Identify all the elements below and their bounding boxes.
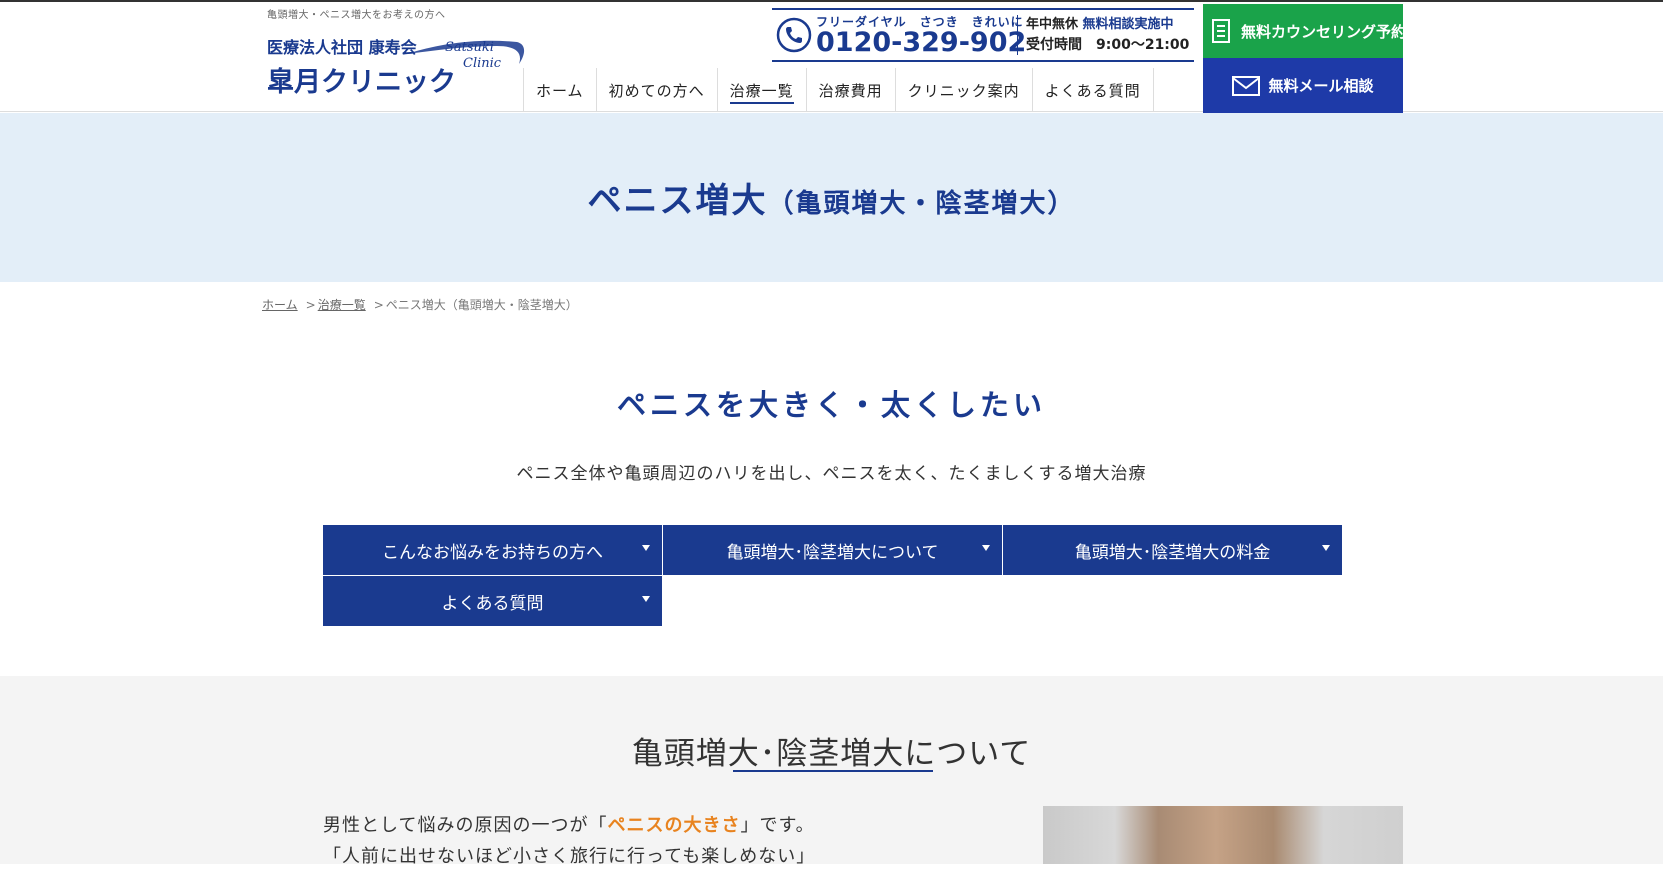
breadcrumb-separator: >: [373, 298, 384, 312]
about-section: 亀頭増大･陰茎増大について 男性として悩みの原因の一つが「ペニスの大きさ」です。…: [0, 676, 1663, 867]
anchor-faq-label: よくある質問: [441, 593, 544, 614]
anchor-about[interactable]: 亀頭増大･陰茎増大について: [663, 525, 1002, 575]
caret-down-icon: [642, 596, 650, 602]
line1-prefix: 男性として悩みの原因の一つが「: [323, 815, 608, 836]
clinic-logo[interactable]: 医療法人社団 康寿会 皐月クリニック Satsuki Clinic: [267, 34, 527, 98]
global-nav: ホーム 初めての方へ 治療一覧 治療費用 クリニック案内 よくある質問: [523, 68, 1154, 112]
site-header: 亀頭増大・ペニス増大をお考えの方へ 医療法人社団 康寿会 皐月クリニック Sat…: [0, 2, 1663, 113]
about-body-text: 男性として悩みの原因の一つが「ペニスの大きさ」です。 「人前に出せないほど小さく…: [323, 810, 815, 872]
anchor-price-label: 亀頭増大･陰茎増大の料金: [1074, 542, 1271, 563]
mail-icon: [1232, 75, 1261, 96]
header-tagline: 亀頭増大・ペニス増大をお考えの方へ: [267, 10, 446, 21]
phone-hours: 受付時間 9:00〜21:00: [1026, 37, 1190, 53]
phone-icon: [776, 17, 812, 53]
page-title: ペニス増大（亀頭増大・陰茎増大）: [587, 173, 1075, 222]
mail-consult-button[interactable]: 無料メール相談: [1203, 58, 1403, 113]
torso-photo: [1043, 806, 1403, 864]
breadcrumb-separator: >: [305, 298, 316, 312]
anchor-faq[interactable]: よくある質問: [323, 576, 662, 626]
phone-contact[interactable]: フリーダイヤル さつき きれいに 0120-329-902 年中無休 無料相談実…: [772, 8, 1194, 62]
breadcrumb: ホーム > 治療一覧 > ペニス増大（亀頭増大・陰茎増大）: [262, 296, 578, 313]
counseling-reservation-button[interactable]: 無料カウンセリング予約: [1203, 4, 1407, 58]
anchor-worries-label: こんなお悩みをお持ちの方へ: [382, 542, 603, 563]
breadcrumb-current: ペニス増大（亀頭増大・陰茎増大）: [385, 298, 578, 312]
intro-catchphrase: ペニスを大きく・太くしたい: [616, 388, 1046, 422]
document-icon: [1212, 19, 1230, 43]
anchor-about-label: 亀頭増大･陰茎増大について: [726, 542, 939, 563]
caret-down-icon: [982, 545, 990, 551]
caret-down-icon: [1322, 545, 1330, 551]
nav-item-first-visit[interactable]: 初めての方へ: [597, 68, 718, 112]
nav-item-treatments[interactable]: 治療一覧: [718, 68, 807, 112]
page-title-sub: （亀頭増大・陰茎増大）: [767, 189, 1076, 219]
page-hero: ペニス増大（亀頭増大・陰茎増大）: [0, 113, 1663, 282]
counseling-button-label: 無料カウンセリング予約: [1241, 22, 1407, 41]
nav-item-home[interactable]: ホーム: [524, 68, 597, 112]
page-title-main: ペニス増大: [587, 181, 768, 221]
section-title-underline: [733, 770, 933, 772]
intro-lead: ペニス全体や亀頭周辺のハリを出し、ペニスを太く、たくましくする増大治療: [516, 464, 1147, 484]
anchor-price[interactable]: 亀頭増大･陰茎増大の料金: [1003, 525, 1342, 575]
nav-item-fees[interactable]: 治療費用: [807, 68, 896, 112]
anchor-worries[interactable]: こんなお悩みをお持ちの方へ: [323, 525, 662, 575]
line1-suffix: 」です。: [740, 815, 815, 836]
about-line-1: 男性として悩みの原因の一つが「ペニスの大きさ」です。: [323, 810, 815, 841]
nav-item-clinic-info[interactable]: クリニック案内: [896, 68, 1033, 112]
logo-en-clinic: Clinic: [463, 56, 502, 71]
breadcrumb-treatments[interactable]: 治療一覧: [318, 298, 366, 312]
nav-item-faq[interactable]: よくある質問: [1033, 68, 1154, 112]
phone-open-days: 年中無休: [1026, 17, 1079, 32]
phone-free-consult: 無料相談実施中: [1082, 17, 1174, 32]
mail-button-label: 無料メール相談: [1268, 77, 1374, 95]
phone-number[interactable]: 0120-329-902: [816, 29, 1026, 57]
about-line-2: 「人前に出せないほど小さく旅行に行っても楽しめない」: [323, 846, 816, 867]
about-section-title: 亀頭増大･陰茎増大について: [631, 736, 1032, 772]
breadcrumb-home[interactable]: ホーム: [262, 298, 298, 312]
line1-highlight: ペニスの大きさ: [607, 815, 741, 836]
logo-en-satsuki: Satsuki: [445, 40, 494, 55]
caret-down-icon: [642, 545, 650, 551]
